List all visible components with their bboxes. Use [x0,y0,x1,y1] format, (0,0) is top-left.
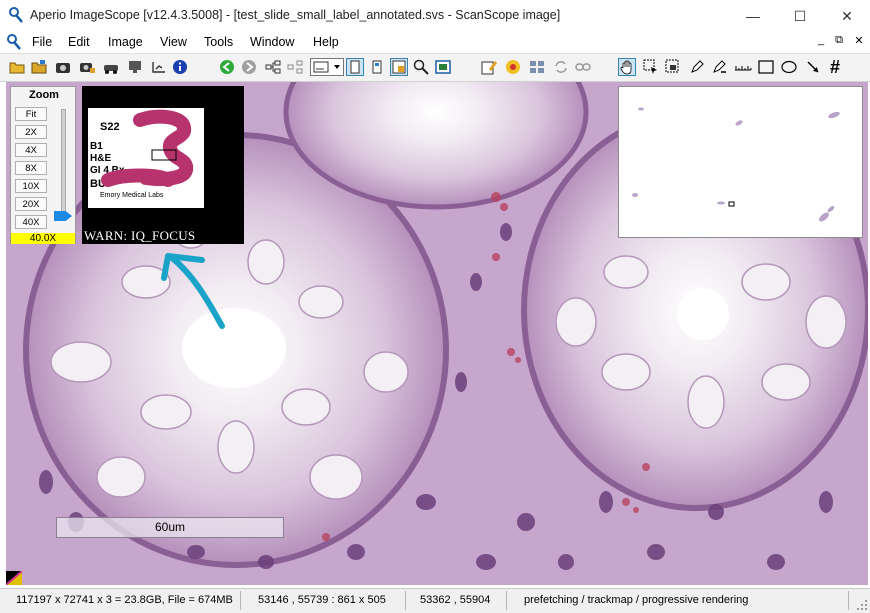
maximize-button[interactable]: ☐ [777,0,823,32]
image-server-icon[interactable] [126,58,144,76]
zoom-20x-button[interactable]: 20X [15,197,47,211]
pen-tool-icon[interactable] [688,58,706,76]
title-bar: Aperio ImageScope [v12.4.3.5008] - [test… [0,0,870,32]
negative-pen-tool-icon[interactable] [710,58,728,76]
ruler-tool-icon[interactable] [734,58,752,76]
status-view-region: 53146 , 55739 : 861 x 505 [258,594,386,606]
magnifier-icon[interactable] [412,58,430,76]
select-tool-icon[interactable] [642,58,660,76]
slide-label-panel[interactable]: S22 B1 H&E GI 4 Bx BU Emory Medical Labs… [82,86,244,244]
mdi-minimize-button[interactable]: _ [812,34,830,46]
zoom-2x-button[interactable]: 2X [15,125,47,139]
camera-settings-icon[interactable] [78,58,96,76]
snapshot-tool-icon[interactable] [664,58,682,76]
slide-label-card: S22 B1 H&E GI 4 Bx BU Emory Medical Labs [88,108,204,208]
zoom-8x-button[interactable]: 8X [15,161,47,175]
back-icon[interactable] [218,58,236,76]
compare-icon[interactable] [528,58,546,76]
focus-warning-text: WARN: IQ_FOCUS [84,228,196,243]
thumbnail-view-icon[interactable] [368,58,386,76]
menu-view[interactable]: View [160,35,187,49]
car-icon[interactable] [102,58,120,76]
menu-tools[interactable]: Tools [204,35,233,49]
color-corner-icon[interactable] [6,571,22,585]
thumbnail-navigator[interactable] [618,86,863,238]
sync-icon[interactable] [552,58,570,76]
open-folder-icon[interactable] [30,58,48,76]
align-icon[interactable] [150,58,168,76]
rectangle-tool-icon[interactable] [757,58,775,76]
status-dimensions: 117197 x 72741 x 3 = 23.8GB, File = 674M… [16,594,233,606]
menu-help[interactable]: Help [313,35,339,49]
status-cursor-position: 53362 , 55904 [420,594,491,606]
camera-icon[interactable] [54,58,72,76]
resize-grip-icon[interactable] [856,599,868,611]
annotate-icon[interactable] [480,58,498,76]
zoom-slider-track[interactable] [61,109,66,221]
minimize-button[interactable]: — [730,0,776,32]
close-button[interactable]: ✕ [824,0,870,32]
info-icon[interactable] [171,58,189,76]
link-icon[interactable] [574,58,592,76]
zoom-10x-button[interactable]: 10X [15,179,47,193]
zoom-4x-button[interactable]: 4X [15,143,47,157]
thumbnail-image[interactable] [619,87,862,237]
label-view-icon[interactable] [390,58,408,76]
scale-bar: 60um [56,517,284,538]
zoom-40x-button[interactable]: 40X [15,215,47,229]
menu-file[interactable]: File [32,35,52,49]
open-icon[interactable] [8,58,26,76]
imagescope-app-icon [9,7,23,23]
tree-alt-icon[interactable] [286,58,304,76]
zoom-title: Zoom [29,89,59,101]
menu-window[interactable]: Window [250,35,294,49]
window-title: Aperio ImageScope [v12.4.3.5008] - [test… [30,8,561,22]
grid-tool-icon[interactable]: # [826,57,844,77]
menu-image[interactable]: Image [108,35,143,49]
label-redaction [101,109,194,187]
zoom-slider-thumb[interactable] [54,211,72,221]
tree-icon[interactable] [264,58,282,76]
pan-tool-icon[interactable] [618,58,636,76]
status-render-state: prefetching / trackmap / progressive ren… [524,594,749,606]
viewport-indicator [728,201,735,207]
status-bar: 117197 x 72741 x 3 = 23.8GB, File = 674M… [0,588,870,613]
menu-bar: File Edit Image View Tools Window Help _… [0,32,870,52]
pen-settings-icon[interactable] [504,58,522,76]
zoom-readout: 40.0X [11,233,75,244]
overview-icon[interactable] [434,58,452,76]
forward-icon[interactable] [240,58,258,76]
toolbar: # [0,53,870,82]
ellipse-tool-icon[interactable] [780,58,798,76]
mdi-close-button[interactable]: ✕ [850,34,868,47]
single-view-icon[interactable] [346,58,364,76]
mdi-restore-button[interactable]: ⧉ [830,34,848,47]
zoom-fit-button[interactable]: Fit [15,107,47,121]
zoom-panel: Zoom Fit 2X 4X 8X 10X 20X 40X 40.0X [10,86,76,244]
display-dropdown[interactable] [310,58,344,76]
arrow-tool-icon[interactable] [804,58,822,76]
document-icon[interactable] [6,34,22,50]
menu-edit[interactable]: Edit [68,35,90,49]
